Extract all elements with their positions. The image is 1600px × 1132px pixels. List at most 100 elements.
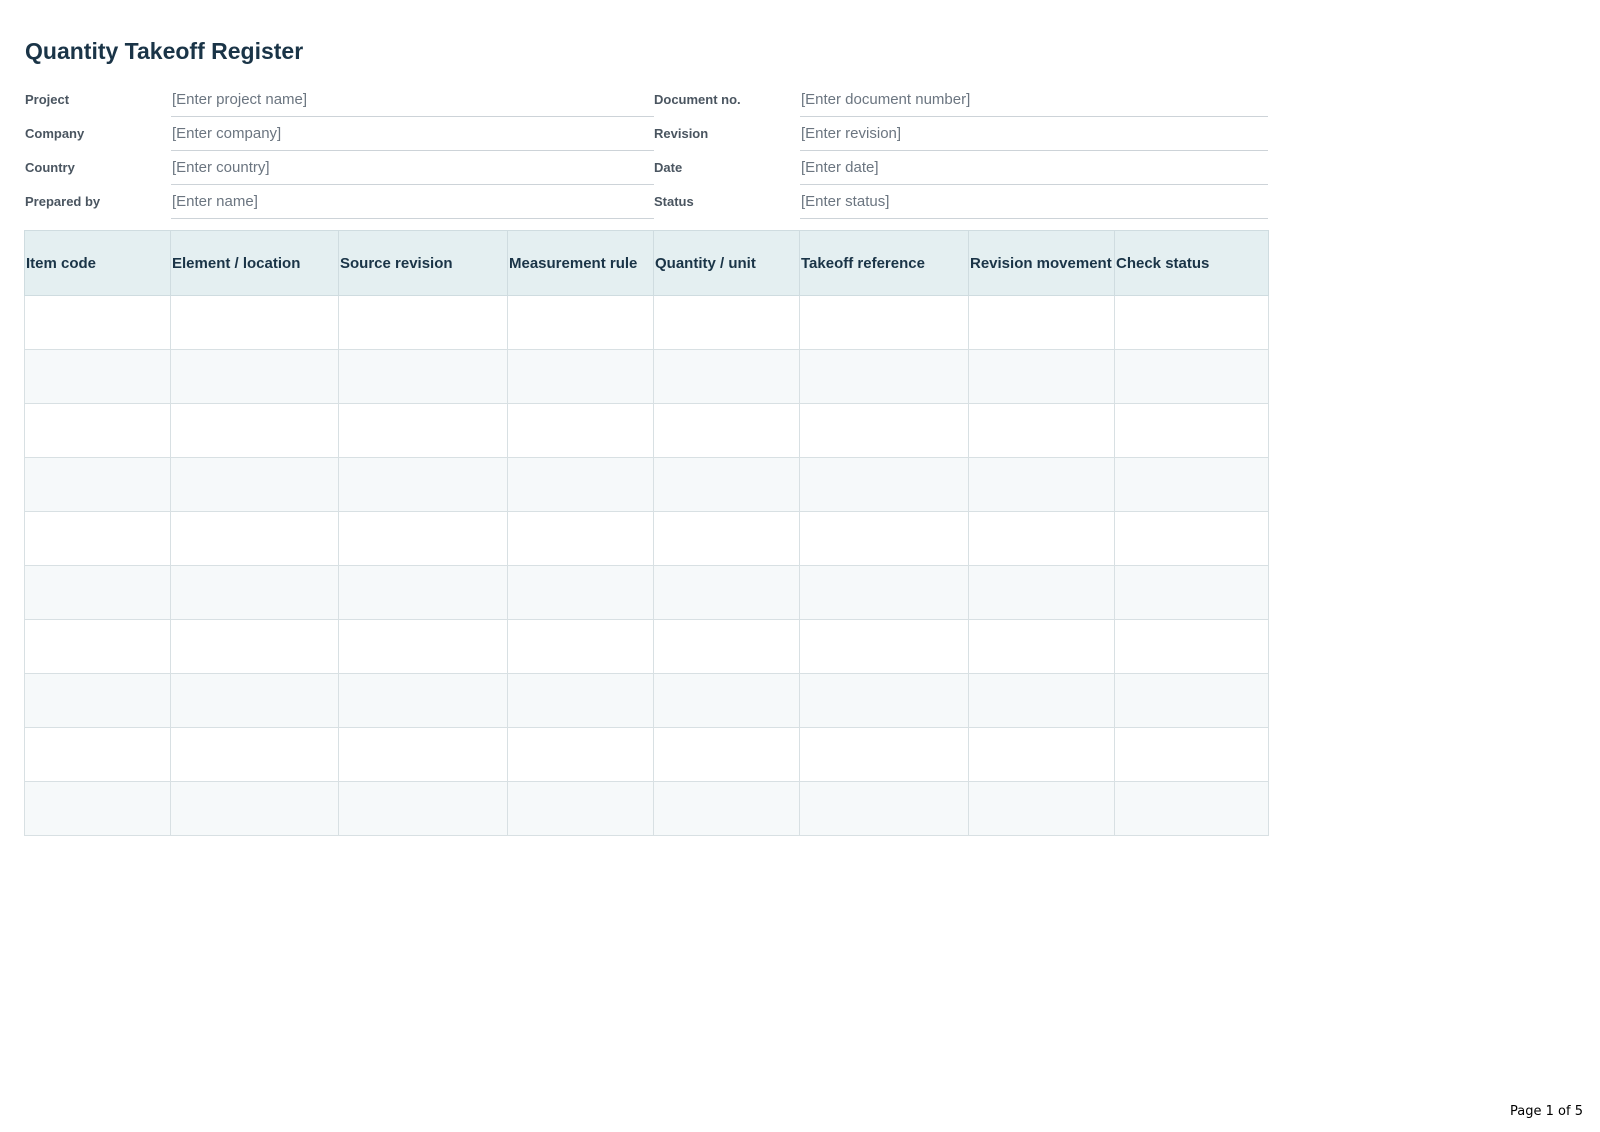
- table-cell[interactable]: [170, 565, 339, 620]
- table-cell[interactable]: [799, 673, 969, 728]
- table-cell[interactable]: [24, 565, 171, 620]
- table-cell[interactable]: [1114, 457, 1269, 512]
- table-cell[interactable]: [968, 619, 1115, 674]
- table-cell[interactable]: [338, 457, 508, 512]
- table-cell[interactable]: [653, 349, 800, 404]
- table-cell[interactable]: [968, 403, 1115, 458]
- table-cell[interactable]: [1114, 403, 1269, 458]
- column-header: Takeoff reference: [799, 230, 969, 296]
- field-label: Revision: [654, 126, 709, 141]
- table-cell[interactable]: [653, 511, 800, 566]
- table-cell[interactable]: [507, 781, 654, 836]
- table-cell[interactable]: [653, 673, 800, 728]
- table-cell[interactable]: [338, 511, 508, 566]
- table-cell[interactable]: [170, 727, 339, 782]
- table-cell[interactable]: [799, 349, 969, 404]
- table-cell[interactable]: [170, 457, 339, 512]
- table-row: [24, 511, 1269, 566]
- column-header: Item code: [24, 230, 171, 296]
- table-cell[interactable]: [653, 565, 800, 620]
- table-cell[interactable]: [24, 295, 171, 350]
- table-cell[interactable]: [1114, 727, 1269, 782]
- table-cell[interactable]: [338, 403, 508, 458]
- table-row: [24, 295, 1269, 350]
- table-cell[interactable]: [799, 781, 969, 836]
- table-cell[interactable]: [799, 565, 969, 620]
- info-row: Company [Enter company] Revision [Enter rev…: [25, 116, 1268, 151]
- table-cell[interactable]: [799, 727, 969, 782]
- table-cell[interactable]: [653, 457, 800, 512]
- table-cell[interactable]: [968, 349, 1115, 404]
- table-cell[interactable]: [507, 565, 654, 620]
- column-header: Revision movement: [968, 230, 1115, 296]
- table-cell[interactable]: [799, 511, 969, 566]
- table-cell[interactable]: [1114, 511, 1269, 566]
- table-cell[interactable]: [968, 457, 1115, 512]
- table-row: [24, 727, 1269, 782]
- table-cell[interactable]: [507, 727, 654, 782]
- table-cell[interactable]: [170, 349, 339, 404]
- table-cell[interactable]: [170, 403, 339, 458]
- table-cell[interactable]: [507, 295, 654, 350]
- table-cell[interactable]: [1114, 619, 1269, 674]
- table-cell[interactable]: [507, 511, 654, 566]
- table-cell[interactable]: [170, 619, 339, 674]
- table-cell[interactable]: [968, 565, 1115, 620]
- table-cell[interactable]: [170, 781, 339, 836]
- table-cell[interactable]: [338, 565, 508, 620]
- table-cell[interactable]: [24, 619, 171, 674]
- field-value[interactable]: [Enter country]: [171, 150, 654, 185]
- table-cell[interactable]: [338, 673, 508, 728]
- table-cell[interactable]: [653, 727, 800, 782]
- table-cell[interactable]: [24, 727, 171, 782]
- table-cell[interactable]: [170, 511, 339, 566]
- table-cell[interactable]: [799, 457, 969, 512]
- table-cell[interactable]: [24, 511, 171, 566]
- table-cell[interactable]: [507, 673, 654, 728]
- table-cell[interactable]: [338, 727, 508, 782]
- table-cell[interactable]: [170, 673, 339, 728]
- table-cell[interactable]: [799, 403, 969, 458]
- table-cell[interactable]: [24, 673, 171, 728]
- table-cell[interactable]: [24, 403, 171, 458]
- table-cell[interactable]: [968, 511, 1115, 566]
- table-cell[interactable]: [968, 727, 1115, 782]
- table-cell[interactable]: [653, 781, 800, 836]
- table-cell[interactable]: [507, 619, 654, 674]
- table-cell[interactable]: [338, 619, 508, 674]
- table-cell[interactable]: [1114, 349, 1269, 404]
- table-cell[interactable]: [507, 457, 654, 512]
- table-row: [24, 781, 1269, 836]
- table-cell[interactable]: [24, 781, 171, 836]
- table-cell[interactable]: [1114, 565, 1269, 620]
- table-cell[interactable]: [653, 295, 800, 350]
- table-cell[interactable]: [1114, 673, 1269, 728]
- table-cell[interactable]: [968, 781, 1115, 836]
- table-cell[interactable]: [1114, 781, 1269, 836]
- table-header-row: Item code Element / location Source revisi…: [24, 230, 1269, 296]
- table-cell[interactable]: [338, 349, 508, 404]
- table-cell[interactable]: [338, 295, 508, 350]
- table-cell[interactable]: [24, 349, 171, 404]
- table-cell[interactable]: [24, 457, 171, 512]
- table-cell[interactable]: [799, 295, 969, 350]
- page-number: Page 1 of 5: [1510, 1104, 1583, 1119]
- field-value[interactable]: [Enter company]: [171, 116, 654, 151]
- table-cell[interactable]: [338, 781, 508, 836]
- table-cell[interactable]: [799, 619, 969, 674]
- table-cell[interactable]: [653, 619, 800, 674]
- field-value[interactable]: [Enter date]: [800, 150, 1268, 185]
- table-cell[interactable]: [507, 403, 654, 458]
- table-cell[interactable]: [968, 673, 1115, 728]
- field-value[interactable]: [Enter document number]: [800, 83, 1268, 117]
- table-cell[interactable]: [170, 295, 339, 350]
- table-cell[interactable]: [507, 349, 654, 404]
- table-cell[interactable]: [1114, 295, 1269, 350]
- field-value[interactable]: [Enter status]: [800, 184, 1268, 219]
- field-value[interactable]: [Enter revision]: [800, 116, 1268, 151]
- field-value[interactable]: [Enter project name]: [171, 83, 654, 117]
- table-cell[interactable]: [653, 403, 800, 458]
- column-header: Element / location: [170, 230, 339, 296]
- table-cell[interactable]: [968, 295, 1115, 350]
- field-value[interactable]: [Enter name]: [171, 184, 654, 219]
